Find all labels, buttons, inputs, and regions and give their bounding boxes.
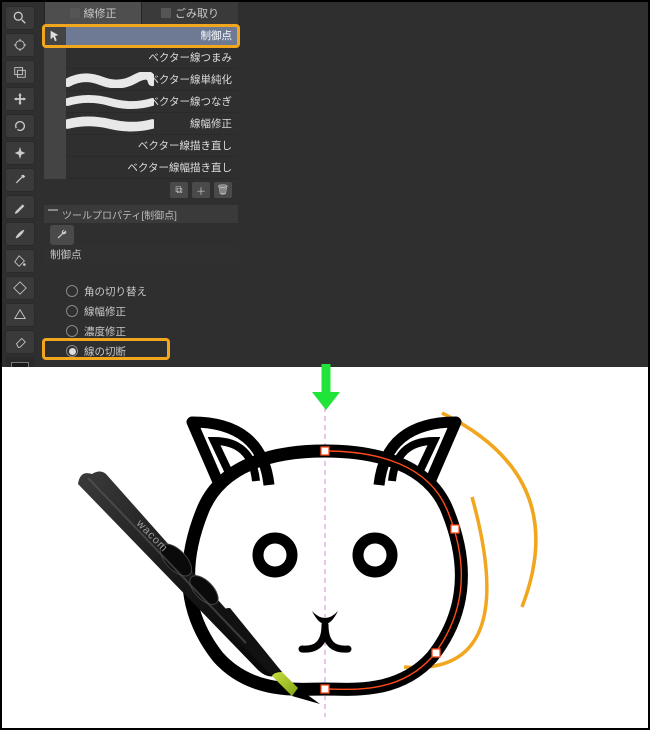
duplicate-icon[interactable]: ⧉ — [170, 182, 188, 198]
eyedropper-icon[interactable] — [5, 168, 35, 192]
magnifier-icon[interactable] — [5, 6, 35, 30]
arrow-down-icon — [306, 362, 346, 412]
property-subheader: 制御点 — [44, 245, 238, 263]
prop-corner-toggle[interactable]: 角の切り替え — [44, 281, 238, 301]
property-header: ツールプロパティ[制御点] — [44, 205, 238, 223]
fill-icon[interactable] — [5, 249, 35, 273]
connect-icon — [44, 91, 66, 113]
add-icon[interactable]: ＋ — [192, 182, 210, 198]
effect-icon[interactable] — [5, 141, 35, 165]
register-icon[interactable] — [5, 33, 35, 57]
rotate-icon[interactable] — [5, 114, 35, 138]
tool-row-redraw[interactable]: ベクター線描き直し — [44, 135, 238, 157]
tool-label: ベクター線描き直し — [68, 138, 238, 153]
tab-label: ごみ取り — [175, 5, 219, 21]
pen-icon[interactable] — [5, 195, 35, 219]
tool-row-simplify[interactable]: ベクター線単純化 — [44, 69, 238, 91]
stylus-pen: wacom — [76, 468, 326, 708]
control-point — [321, 447, 329, 455]
tool-row-connect[interactable]: ベクター線つなぎ — [44, 91, 238, 113]
width-icon — [44, 113, 66, 135]
simplify-icon — [44, 69, 66, 91]
radio-icon — [66, 345, 78, 357]
brush-stroke-icon — [66, 72, 154, 88]
prop-width[interactable]: 線幅修正 — [44, 301, 238, 321]
radio-icon — [66, 325, 78, 337]
tab-label: 線修正 — [84, 5, 117, 21]
prop-density[interactable]: 濃度修正 — [44, 321, 238, 341]
trash-icon[interactable]: 🗑 — [214, 182, 232, 198]
radio-icon — [66, 285, 78, 297]
control-point — [432, 649, 440, 657]
eraser-icon[interactable] — [5, 330, 35, 354]
tool-label: ベクター線つまみ — [68, 50, 238, 65]
radio-icon — [66, 305, 78, 317]
tab-line-edit[interactable]: 線修正 — [44, 2, 141, 24]
wrench-icon[interactable] — [50, 225, 74, 245]
shape-icon[interactable] — [5, 303, 35, 327]
brush-stroke-icon — [66, 94, 154, 110]
tool-label: ベクター線幅描き直し — [68, 160, 238, 175]
tool-row-control-point[interactable]: 制御点 — [44, 25, 238, 47]
cursor-icon — [44, 25, 66, 47]
brush-stroke-icon — [66, 116, 154, 132]
redraw-icon — [44, 135, 66, 157]
layers-icon[interactable] — [5, 60, 35, 84]
tab-trash[interactable]: ごみ取り — [141, 2, 238, 24]
gradient-icon[interactable] — [5, 276, 35, 300]
pinch-icon — [44, 47, 66, 69]
redraw-width-icon — [44, 157, 66, 179]
prop-cut[interactable]: 線の切断 — [44, 341, 238, 361]
control-point — [451, 525, 459, 533]
tool-label: 制御点 — [68, 28, 238, 43]
tool-row-width[interactable]: 線幅修正 — [44, 113, 238, 135]
tool-row-pinch[interactable]: ベクター線つまみ — [44, 47, 238, 69]
tool-row-redraw-width[interactable]: ベクター線幅描き直し — [44, 157, 238, 179]
brush-icon[interactable] — [5, 222, 35, 246]
move-icon[interactable] — [5, 87, 35, 111]
